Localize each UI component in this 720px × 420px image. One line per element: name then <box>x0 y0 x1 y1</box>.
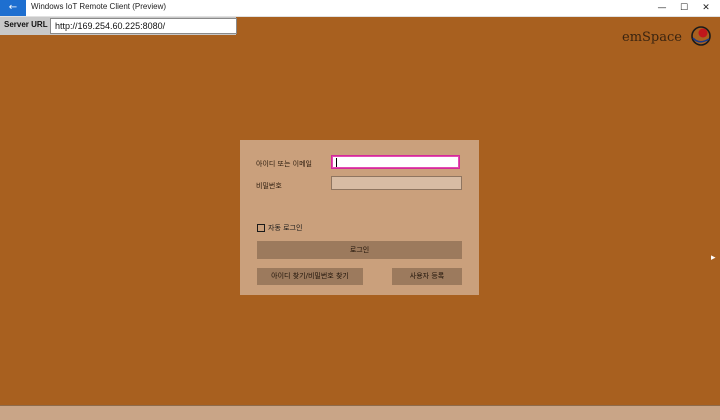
maximize-button[interactable]: ☐ <box>672 0 696 16</box>
login-button[interactable]: 로그인 <box>257 241 462 259</box>
server-url-input[interactable]: http://169.254.60.225:8080/ <box>50 18 237 34</box>
title-bar: ← Windows IoT Remote Client (Preview) — … <box>0 0 720 17</box>
text-caret <box>336 158 337 167</box>
autologin-checkbox[interactable] <box>257 224 265 232</box>
find-account-button[interactable]: 아이디 찾기/비밀번호 찾기 <box>257 268 363 285</box>
password-label: 비밀번호 <box>256 182 282 190</box>
login-panel: 아이디 또는 이메일 비밀번호 자동 로그인 로그인 아이디 찾기/비밀번호 찾… <box>240 140 479 295</box>
id-input[interactable] <box>331 155 460 169</box>
autologin-label: 자동 로그인 <box>268 224 303 232</box>
close-icon: ✕ <box>702 3 710 13</box>
mouse-cursor-icon: ▸ <box>711 253 716 263</box>
logo-text: emSpace <box>622 30 682 45</box>
server-url-label: Server URL : <box>4 20 53 29</box>
back-arrow-icon: ← <box>8 2 18 13</box>
minimize-button[interactable]: — <box>650 0 674 16</box>
server-url-bar: Server URL : http://169.254.60.225:8080/ <box>0 17 237 35</box>
id-label: 아이디 또는 이메일 <box>256 160 312 168</box>
window-title: Windows IoT Remote Client (Preview) <box>31 2 167 11</box>
bottom-bar <box>0 405 720 420</box>
logo-mark-icon <box>691 26 711 46</box>
emspace-logo: emSpace <box>622 25 714 49</box>
maximize-icon: ☐ <box>679 3 689 13</box>
minimize-icon: — <box>657 3 667 13</box>
close-button[interactable]: ✕ <box>694 0 718 16</box>
register-button[interactable]: 사용자 등록 <box>392 268 462 285</box>
back-button[interactable]: ← <box>0 0 26 16</box>
password-input[interactable] <box>331 176 462 190</box>
